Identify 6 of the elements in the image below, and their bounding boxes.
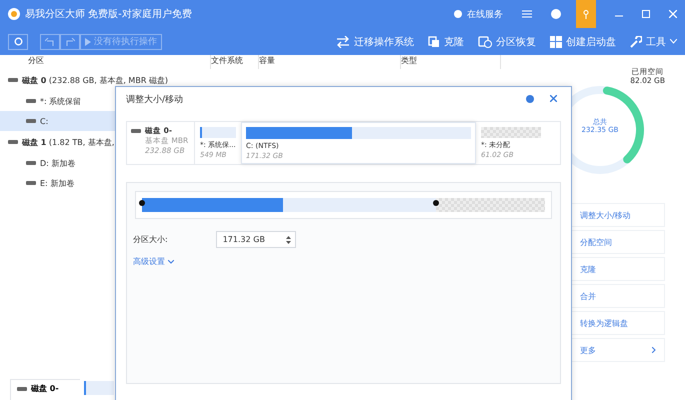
disk-name: 磁盘 0- bbox=[31, 383, 59, 394]
size-label: 分区大小: bbox=[133, 234, 168, 245]
disk-label: 磁盘 1 (1.82 TB, 基本盘, bbox=[22, 136, 114, 148]
dialog-title: 调整大小/移动 bbox=[126, 94, 184, 106]
disk-label: 磁盘 0 (232.88 GB, 基本盘, MBR 磁盘) bbox=[22, 74, 168, 86]
window-title: 易我分区大师 免费版-对家庭用户免费 bbox=[25, 8, 192, 21]
